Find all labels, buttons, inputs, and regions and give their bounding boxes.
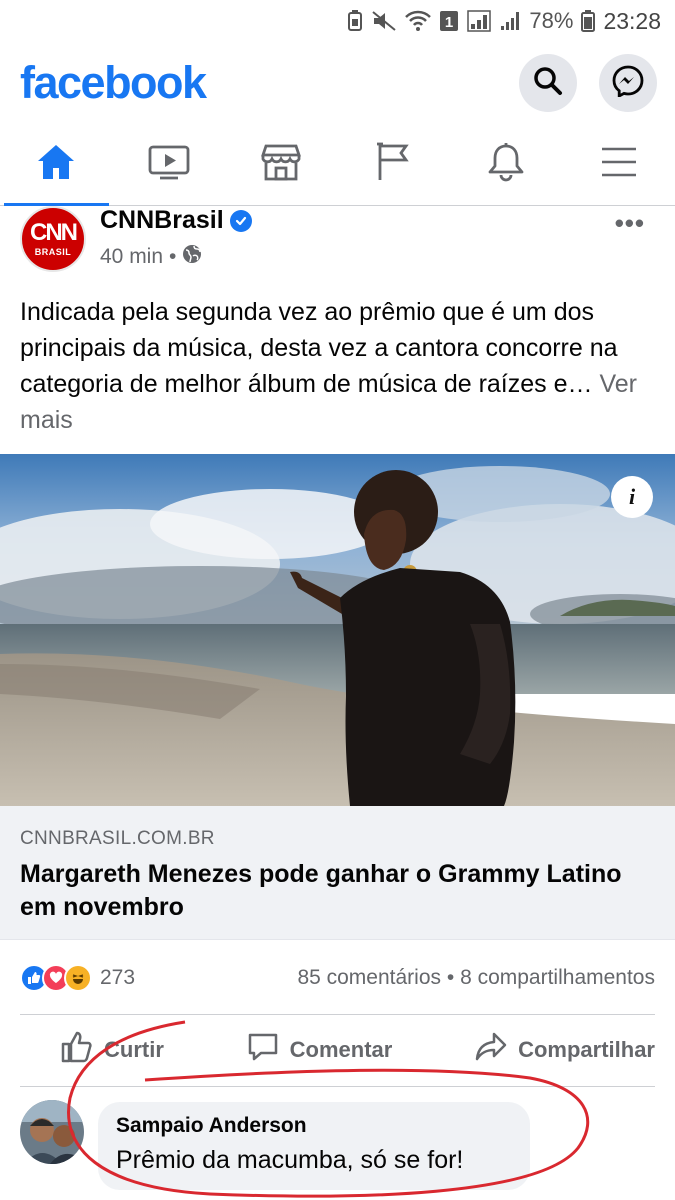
like-label: Curtir [104,1037,164,1062]
post-body: Indicada pela segunda vez ao prêmio que … [20,298,618,398]
watch-icon [148,144,190,185]
battery-saver-icon [347,10,363,32]
clock: 23:28 [603,7,661,34]
post-actions: Curtir Comentar Compartilhar [20,1016,655,1084]
thumbs-up-icon [60,1030,94,1070]
divider [20,1086,655,1087]
marketplace-icon [261,143,302,186]
tab-marketplace[interactable] [225,124,338,205]
share-label: Compartilhar [518,1037,655,1062]
search-button[interactable] [519,54,577,112]
page-name-text: CNNBrasil [100,206,224,234]
battery-icon [581,10,596,32]
comments-count[interactable]: 85 comentários [297,966,441,989]
home-icon [36,143,76,186]
tab-watch[interactable] [113,124,226,205]
reaction-count[interactable]: 273 [100,966,135,990]
stats-separator: • [446,966,455,989]
comment-icon [246,1030,280,1070]
haha-reaction-icon [64,964,92,992]
comment-label: Comentar [289,1037,393,1062]
comment-text: Prêmio da macumba, só se for! [116,1146,464,1174]
comment-reactions-partial [585,1190,675,1200]
app-header: facebook [0,42,675,124]
navigation-tabs [0,124,675,206]
comment-author[interactable]: Sampaio Anderson [116,1114,512,1138]
verified-badge-icon [229,209,252,232]
comment-bubble[interactable]: Sampaio Anderson Prêmio da macumba, só s… [98,1102,530,1190]
link-domain: CNNBRASIL.COM.BR [20,828,215,849]
search-icon [533,66,563,101]
globe-icon [182,244,202,270]
meta-separator: • [169,245,177,268]
post-image[interactable]: i [0,454,675,806]
messenger-icon [612,65,644,102]
menu-icon [600,146,638,183]
comment-button[interactable]: Comentar [246,1030,393,1070]
tab-pages[interactable] [338,124,451,205]
beach-photo [0,454,675,806]
sim-slot-icon: 1 [439,10,459,32]
facebook-logo[interactable]: facebook [20,57,497,109]
post-text: Indicada pela segunda vez ao prêmio que … [20,294,660,438]
avatar-logo-subtext: BRASIL [34,247,72,257]
share-button[interactable]: Compartilhar [474,1030,655,1070]
page-name[interactable]: CNNBrasil [100,206,252,235]
ad-info-icon[interactable]: i [611,476,653,518]
page-avatar[interactable]: CNN BRASIL [20,206,86,272]
reaction-icons[interactable] [20,964,92,992]
notifications-bell-icon [487,142,525,187]
engagement-stats: 85 comentários • 8 compartilhamentos [297,966,655,990]
post-options-button[interactable]: ••• [615,208,645,239]
mute-icon [371,10,397,32]
tab-home[interactable] [0,124,113,206]
wifi-icon [405,10,432,32]
post-meta: 40 min • [100,244,202,270]
tab-menu[interactable] [563,124,675,205]
avatar-logo-text: CNN [30,219,78,246]
tab-notifications[interactable] [450,124,563,205]
like-button[interactable]: Curtir [60,1030,164,1070]
link-title: Margareth Menezes pode ganhar o Grammy L… [20,860,622,921]
battery-percent: 78% [529,8,574,33]
sim-slot-number: 1 [445,14,453,31]
commenter-avatar[interactable] [20,1100,84,1164]
shares-count[interactable]: 8 compartilhamentos [460,966,655,989]
signal-icon [467,10,492,32]
post-time[interactable]: 40 min [100,245,163,269]
divider [20,1014,655,1015]
messenger-button[interactable] [599,54,657,112]
share-icon [474,1030,508,1070]
reactions-summary: 273 85 comentários • 8 compartilhamentos [20,956,655,1000]
post-header: CNN BRASIL CNNBrasil 40 min • ••• [0,206,675,282]
link-preview[interactable]: CNNBRASIL.COM.BR Margareth Menezes pode … [0,806,675,940]
pages-flag-icon [376,142,412,187]
status-bar: 1 78% 23:28 [0,0,675,42]
signal-2-icon [499,10,521,32]
